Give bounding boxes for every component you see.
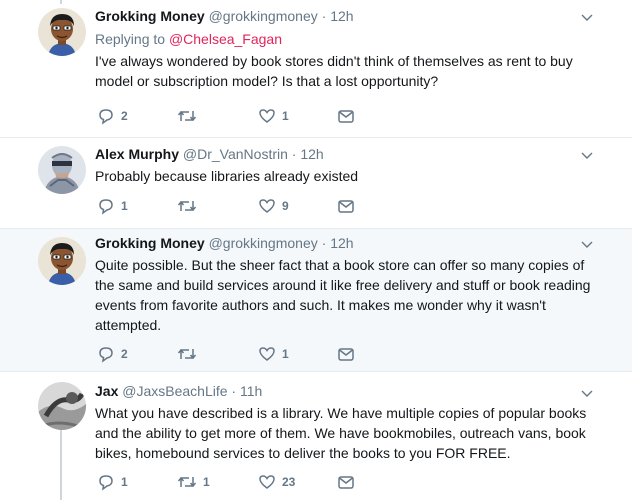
tweet-text-line: I've always wondered by book stores didn… (95, 53, 573, 69)
tweet-text: Probably because libraries already exist… (95, 166, 602, 186)
separator-dot: · (321, 8, 327, 24)
reply-count: 1 (121, 475, 128, 489)
heart-icon (259, 109, 275, 123)
like-count: 1 (282, 347, 289, 361)
tweet-text-line: model or subscription model? Is that a l… (95, 73, 439, 89)
heart-icon (259, 199, 275, 213)
robocop-avatar[interactable] (38, 146, 86, 194)
tweet-text: I've always wondered by book stores didn… (95, 51, 602, 91)
cartoon-man-avatar[interactable] (38, 8, 86, 56)
tweet-text-line: the same and build services around it li… (95, 277, 591, 293)
tweet-header: Grokking Money @grokkingmoney · 12h (95, 7, 602, 26)
separator-dot: · (321, 235, 327, 251)
photo-avatar[interactable] (38, 382, 86, 430)
tweet-header: Grokking Money @grokkingmoney · 12h (95, 234, 602, 253)
reply-button[interactable]: 2 (97, 344, 128, 364)
display-name[interactable]: Grokking Money (95, 8, 205, 24)
separator-dot: · (291, 146, 297, 162)
tweet[interactable]: Jax @JaxsBeachLife · 11h What you have d… (0, 372, 632, 500)
reply-button[interactable]: 1 (97, 196, 128, 216)
tweet-text-line: Quite possible. But the sheer fact that … (95, 257, 585, 273)
display-name[interactable]: Grokking Money (95, 235, 205, 251)
tweet-text-line: What you have described is a library. We… (95, 405, 587, 421)
tweet-text-line: Probably because libraries already exist… (95, 168, 359, 184)
separator-dot: · (231, 383, 237, 399)
envelope-icon (338, 110, 354, 123)
chevron-down-icon[interactable] (580, 10, 594, 24)
tweet-header: Alex Murphy @Dr_VanNostrin · 12h (95, 145, 602, 164)
like-button[interactable]: 1 (258, 344, 289, 364)
tweet-time[interactable]: 12h (330, 8, 353, 24)
reply-count: 2 (121, 347, 128, 361)
tweet-text: Quite possible. But the sheer fact that … (95, 255, 602, 335)
user-handle[interactable]: @Dr_VanNostrin (183, 146, 288, 162)
reply-icon (99, 199, 113, 215)
envelope-icon (338, 200, 354, 213)
like-count: 23 (282, 475, 296, 489)
tweet-time[interactable]: 11h (240, 383, 262, 399)
tweet[interactable]: Grokking Money @grokkingmoney · 12h Repl… (0, 0, 632, 137)
chevron-down-icon[interactable] (580, 237, 594, 251)
tweet-header: Jax @JaxsBeachLife · 11h (95, 382, 602, 401)
chevron-down-icon[interactable] (580, 148, 594, 162)
reply-icon (99, 109, 113, 125)
direct-message-button[interactable] (337, 472, 355, 492)
heart-icon (259, 347, 275, 361)
tweet-text-line: and the ability to get more of them. We … (95, 425, 586, 441)
chevron-down-icon[interactable] (580, 386, 594, 400)
like-button[interactable]: 9 (258, 196, 289, 216)
reply-count: 1 (121, 199, 128, 213)
tweet-time[interactable]: 12h (330, 235, 353, 251)
tweet[interactable]: Alex Murphy @Dr_VanNostrin · 12h Probabl… (0, 138, 632, 228)
mention-link[interactable]: @Chelsea_Fagan (169, 31, 282, 47)
like-button[interactable]: 23 (258, 472, 295, 492)
like-count: 9 (282, 199, 289, 213)
like-button[interactable]: 1 (258, 106, 289, 126)
reply-icon (99, 475, 113, 491)
cartoon-man-avatar[interactable] (38, 237, 86, 285)
retweet-button[interactable] (177, 106, 203, 126)
replying-to: Replying to @Chelsea_Fagan (95, 30, 602, 49)
user-handle[interactable]: @grokkingmoney (209, 8, 318, 24)
tweet-thread: Grokking Money @grokkingmoney · 12h Repl… (0, 0, 632, 500)
replying-to-label: Replying to (95, 31, 166, 47)
retweet-icon (177, 110, 197, 122)
tweet-text: What you have described is a library. We… (95, 403, 602, 463)
reply-button[interactable]: 1 (97, 472, 128, 492)
tweet-highlighted[interactable]: Grokking Money @grokkingmoney · 12h Quit… (0, 229, 632, 371)
direct-message-button[interactable] (337, 196, 355, 216)
user-handle[interactable]: @grokkingmoney (209, 235, 318, 251)
user-handle[interactable]: @JaxsBeachLife (122, 383, 227, 399)
envelope-icon (338, 476, 354, 489)
heart-icon (259, 475, 275, 489)
tweet-text-line: attempted. (95, 317, 162, 333)
reply-icon (99, 347, 113, 363)
reply-count: 2 (121, 109, 128, 123)
retweet-button[interactable] (177, 344, 203, 364)
retweet-icon (177, 348, 197, 360)
retweet-icon (177, 476, 197, 488)
retweet-icon (177, 200, 197, 212)
envelope-icon (338, 348, 354, 361)
retweet-button[interactable] (177, 196, 203, 216)
tweet-text-line: bikes, homebound services to deliver the… (95, 445, 511, 461)
direct-message-button[interactable] (337, 106, 355, 126)
display-name[interactable]: Alex Murphy (95, 146, 179, 162)
reply-button[interactable]: 2 (97, 106, 128, 126)
retweet-count: 1 (203, 475, 210, 489)
display-name[interactable]: Jax (95, 383, 118, 399)
tweet-text-line: events from favorite authors and such. I… (95, 297, 546, 313)
direct-message-button[interactable] (337, 344, 355, 364)
tweet-time[interactable]: 12h (300, 146, 323, 162)
like-count: 1 (282, 109, 289, 123)
retweet-button[interactable]: 1 (177, 472, 210, 492)
